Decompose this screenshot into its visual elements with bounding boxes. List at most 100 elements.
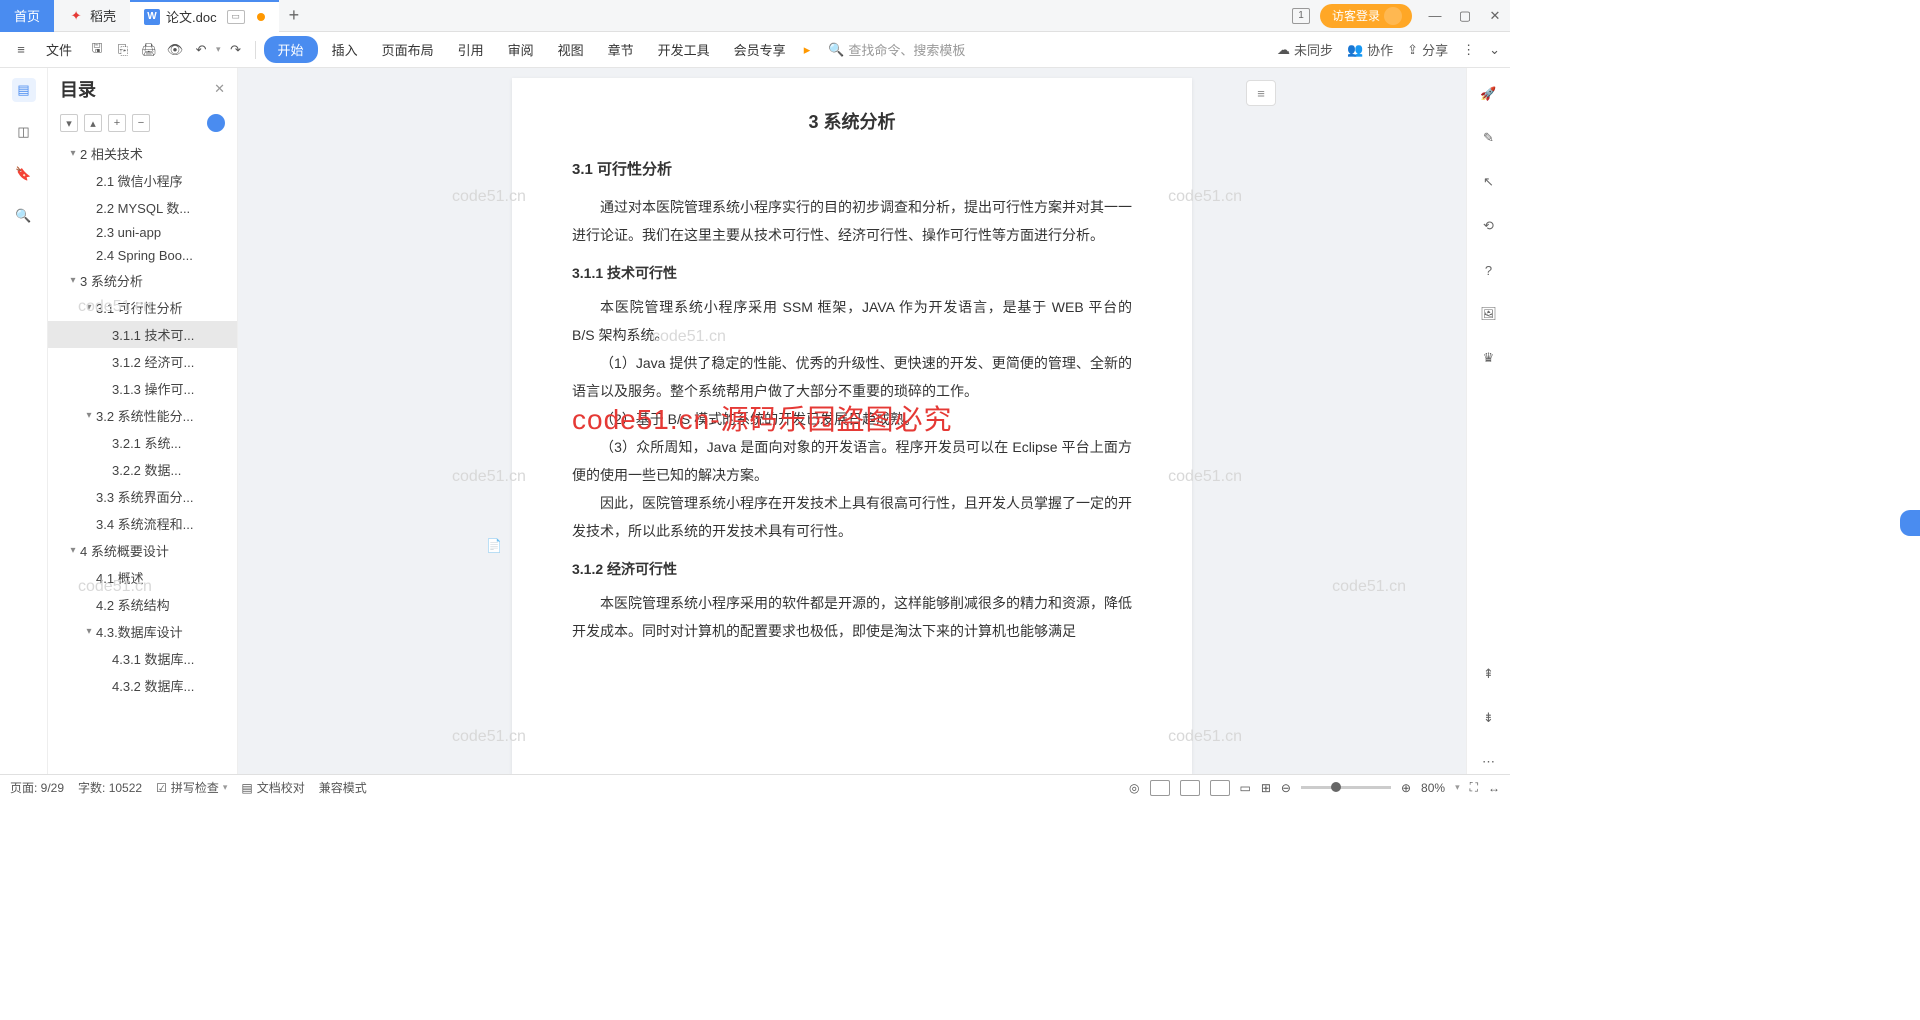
redo-icon[interactable]: ↷ xyxy=(225,39,247,61)
spellcheck-toggle[interactable]: ☑拼写检查 ▾ xyxy=(156,779,227,796)
zoom-out-icon[interactable]: ⊖ xyxy=(1281,781,1291,795)
remove-level-icon[interactable]: − xyxy=(132,114,150,132)
tree-item[interactable]: 3.1.2 经济可... xyxy=(48,348,237,375)
image-icon[interactable]: 🖼 xyxy=(1477,302,1501,326)
command-search[interactable]: 🔍 查找命令、搜索模板 xyxy=(828,40,965,59)
more-tools-icon[interactable]: ⋯ xyxy=(1477,750,1501,774)
expand-all-icon[interactable]: ▴ xyxy=(84,114,102,132)
bookmark-icon[interactable]: 🔖 xyxy=(12,162,36,186)
tree-item[interactable]: 3.1.1 技术可... xyxy=(48,321,237,348)
menu-view[interactable]: 视图 xyxy=(548,36,594,63)
tab-document[interactable]: W 论文.doc ▭ xyxy=(130,0,279,32)
tree-item[interactable]: 4.3.2 数据库... xyxy=(48,672,237,699)
tree-item[interactable]: 4.2 系统结构 xyxy=(48,591,237,618)
tree-item[interactable]: 2.2 MYSQL 数... xyxy=(48,194,237,221)
menu-start[interactable]: 开始 xyxy=(264,36,318,63)
sync-button[interactable]: ☁未同步 xyxy=(1277,40,1333,59)
page-indicator[interactable]: 页面: 9/29 xyxy=(10,779,64,796)
tree-item[interactable]: ▾3 系统分析 xyxy=(48,267,237,294)
close-button[interactable]: ✕ xyxy=(1480,0,1510,32)
undo-more-icon[interactable]: ▾ xyxy=(216,44,221,55)
pen-icon[interactable]: ✎ xyxy=(1477,126,1501,150)
proof-label: 文档校对 xyxy=(257,779,305,796)
saveas-icon[interactable]: ⎘ xyxy=(112,39,134,61)
outline-icon[interactable]: ▤ xyxy=(12,78,36,102)
zoom-in-icon[interactable]: ⊕ xyxy=(1401,781,1411,795)
proof-button[interactable]: ▤文档校对 xyxy=(241,779,304,796)
save-icon[interactable]: 🖫 xyxy=(86,39,108,61)
menu-devtools[interactable]: 开发工具 xyxy=(648,36,720,63)
window-indicator-icon[interactable]: ▭ xyxy=(227,10,245,24)
menu-insert[interactable]: 插入 xyxy=(322,36,368,63)
tree-item[interactable]: ▾3.1 可行性分析 xyxy=(48,294,237,321)
tree-item[interactable]: 3.2.2 数据... xyxy=(48,456,237,483)
watermark: code51.cn xyxy=(1168,468,1242,486)
preview-icon[interactable]: 👁 xyxy=(164,39,186,61)
view-read-icon[interactable]: ▭ xyxy=(1240,781,1251,795)
document-area[interactable]: ≡ 📄 3 系统分析 3.1 可行性分析 通过对本医院管理系统小程序实行的目的初… xyxy=(238,68,1466,774)
help-icon[interactable]: ? xyxy=(1477,258,1501,282)
tree-item[interactable]: 3.3 系统界面分... xyxy=(48,483,237,510)
vip-more-icon[interactable]: ▸ xyxy=(804,42,811,58)
menu-reference[interactable]: 引用 xyxy=(448,36,494,63)
quick-format-icon[interactable]: ≡ xyxy=(1246,80,1276,106)
settings-icon[interactable]: ⟲ xyxy=(1477,214,1501,238)
cursor-icon[interactable]: ↖ xyxy=(1477,170,1501,194)
print-icon[interactable]: 🖨 xyxy=(138,39,160,61)
file-menu[interactable]: 文件 xyxy=(36,36,82,63)
compat-mode[interactable]: 兼容模式 xyxy=(319,779,367,796)
view-web-icon[interactable] xyxy=(1210,780,1230,796)
kebab-icon[interactable]: ⋮ xyxy=(1462,42,1475,58)
menu-review[interactable]: 审阅 xyxy=(498,36,544,63)
fullscreen-icon[interactable]: ⛶ xyxy=(1470,780,1478,795)
eye-icon[interactable]: ◎ xyxy=(1129,781,1139,795)
tree-item[interactable]: 3.1.3 操作可... xyxy=(48,375,237,402)
tab-count-badge[interactable]: 1 xyxy=(1292,8,1310,24)
tree-item[interactable]: 3.2.1 系统... xyxy=(48,429,237,456)
tree-item[interactable]: ▾4.3.数据库设计 xyxy=(48,618,237,645)
crown-icon[interactable]: ♛ xyxy=(1477,346,1501,370)
tree-item[interactable]: 2.4 Spring Boo... xyxy=(48,244,237,267)
maximize-button[interactable]: ▢ xyxy=(1450,0,1480,32)
menu-layout[interactable]: 页面布局 xyxy=(372,36,444,63)
view-page-icon[interactable] xyxy=(1150,780,1170,796)
share-button[interactable]: ⇪分享 xyxy=(1407,40,1448,59)
tree-item[interactable]: 3.4 系统流程和... xyxy=(48,510,237,537)
tree-item[interactable]: ▾4 系统概要设计 xyxy=(48,537,237,564)
tree-item[interactable]: 4.1 概述 xyxy=(48,564,237,591)
tab-add[interactable]: + xyxy=(279,5,310,26)
tree-item[interactable]: 2.1 微信小程序 xyxy=(48,167,237,194)
rocket-icon[interactable]: 🚀 xyxy=(1477,82,1501,106)
scroll-bottom-icon[interactable]: ⇟ xyxy=(1477,706,1501,730)
collapse-ribbon-icon[interactable]: ⌄ xyxy=(1489,42,1500,58)
search-rail-icon[interactable]: 🔍 xyxy=(12,204,36,228)
tree-item[interactable]: 4.3.1 数据库... xyxy=(48,645,237,672)
undo-icon[interactable]: ↶ xyxy=(190,39,212,61)
paragraph-gutter-icon[interactable]: 📄 xyxy=(486,538,502,554)
fit-icon[interactable]: ↔ xyxy=(1488,781,1500,795)
tree-item[interactable]: ▾3.2 系统性能分... xyxy=(48,402,237,429)
tab-shell[interactable]: ✦稻壳 xyxy=(54,0,130,32)
tree-item[interactable]: ▾2 相关技术 xyxy=(48,140,237,167)
ruler-icon[interactable]: ⊞ xyxy=(1261,781,1271,795)
login-button[interactable]: 访客登录 xyxy=(1320,4,1412,28)
view-outline-icon[interactable] xyxy=(1180,780,1200,796)
minimize-button[interactable]: — xyxy=(1420,0,1450,32)
menu-icon[interactable]: ≡ xyxy=(10,39,32,61)
add-level-icon[interactable]: + xyxy=(108,114,126,132)
tab-home[interactable]: 首页 xyxy=(0,0,54,32)
menu-vip[interactable]: 会员专享 xyxy=(724,36,796,63)
scroll-top-icon[interactable]: ⇞ xyxy=(1477,662,1501,686)
zoom-slider[interactable] xyxy=(1301,786,1391,789)
collab-button[interactable]: 👥协作 xyxy=(1347,40,1393,59)
outline-tree[interactable]: ▾2 相关技术2.1 微信小程序2.2 MYSQL 数...2.3 uni-ap… xyxy=(48,140,237,774)
collapse-all-icon[interactable]: ▾ xyxy=(60,114,78,132)
zoom-value[interactable]: 80% xyxy=(1421,781,1445,795)
feedback-flag-icon[interactable] xyxy=(1900,510,1920,536)
tree-item[interactable]: 2.3 uni-app xyxy=(48,221,237,244)
word-count[interactable]: 字数: 10522 xyxy=(78,779,142,796)
outline-ai-icon[interactable] xyxy=(207,114,225,132)
menu-chapter[interactable]: 章节 xyxy=(598,36,644,63)
box-icon[interactable]: ◫ xyxy=(12,120,36,144)
outline-close-icon[interactable]: ✕ xyxy=(214,81,225,97)
